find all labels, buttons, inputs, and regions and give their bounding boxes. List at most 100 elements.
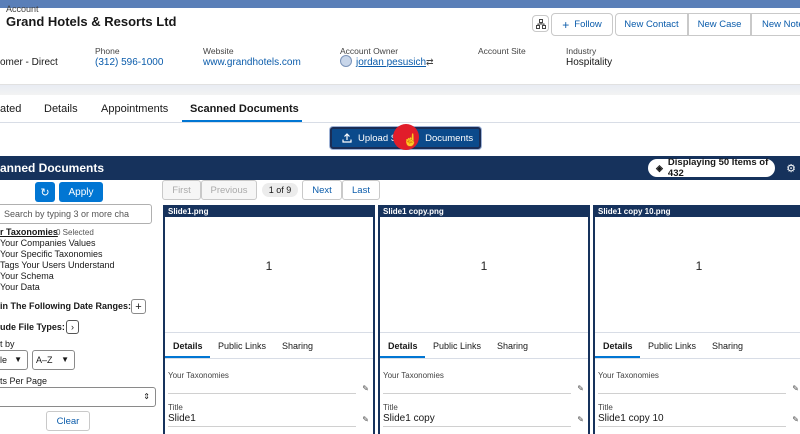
follow-label: Follow <box>574 19 602 30</box>
add-date-range-button[interactable]: + <box>131 299 146 314</box>
phone-link[interactable]: (312) 596-1000 <box>95 57 163 68</box>
card-title-label: Title <box>598 403 613 412</box>
card-title-value: Slide1 copy 10 <box>598 413 664 424</box>
card-field-rule <box>168 393 356 394</box>
card-filename: Slide1.png <box>165 207 373 217</box>
hierarchy-button[interactable] <box>532 15 549 32</box>
card-title-value: Slide1 copy <box>383 413 435 424</box>
document-card[interactable]: Slide1 copy.png 1 Details Public Links S… <box>378 205 590 434</box>
industry-value: Hospitality <box>566 57 613 68</box>
stepper-icon: ⇕ <box>143 392 150 401</box>
tab-scanned-documents[interactable]: Scanned Documents <box>190 103 299 115</box>
taxonomy-item[interactable]: Tags Your Users Understand <box>0 260 115 270</box>
search-input[interactable]: Search by typing 3 or more cha <box>0 204 152 224</box>
sort-field-select[interactable]: le ▼ <box>0 350 28 370</box>
hierarchy-icon <box>535 18 546 29</box>
document-card[interactable]: Slide1.png 1 Details Public Links Sharin… <box>163 205 375 434</box>
owner-label: Account Owner <box>340 46 399 56</box>
hand-cursor-icon: ☝ <box>403 133 418 147</box>
new-case-button[interactable]: New Case <box>688 13 751 36</box>
phone-label: Phone <box>95 46 120 56</box>
sort-by-label: t by <box>0 339 15 349</box>
clear-button[interactable]: Clear <box>46 411 90 431</box>
tab-related[interactable]: ated <box>0 103 21 115</box>
card-preview: 1 <box>695 259 703 273</box>
card-tab-line <box>165 358 373 359</box>
pencil-icon[interactable]: ✎ <box>792 384 799 393</box>
layers-icon: ◈ <box>656 162 663 173</box>
last-page-button[interactable]: Last <box>342 180 380 200</box>
previous-page-button[interactable]: Previous <box>201 180 257 200</box>
card-tab-details[interactable]: Details <box>388 341 418 351</box>
date-ranges-label: in The Following Date Ranges: <box>0 301 132 311</box>
active-tab-indicator <box>182 120 302 122</box>
card-field-rule <box>383 426 571 427</box>
follow-button[interactable]: + Follow <box>551 13 613 36</box>
pencil-icon[interactable]: ✎ <box>362 384 369 393</box>
top-banner <box>0 0 800 8</box>
pencil-icon[interactable]: ✎ <box>362 415 369 424</box>
upload-icon <box>342 133 352 143</box>
card-tab-sharing[interactable]: Sharing <box>712 341 743 351</box>
upload-button-label-tail: Documents <box>425 132 474 144</box>
plus-icon: + <box>562 17 570 32</box>
expand-file-types-button[interactable]: › <box>66 320 79 334</box>
section-title: anned Documents <box>0 161 105 175</box>
plus-icon: + <box>135 300 142 313</box>
card-title-label: Title <box>168 403 183 412</box>
site-label: Account Site <box>478 46 526 56</box>
refresh-icon: ↻ <box>40 186 50 199</box>
new-contact-button[interactable]: New Contact <box>615 13 688 36</box>
chevron-right-icon: › <box>71 322 74 332</box>
tab-details[interactable]: Details <box>44 103 78 115</box>
pencil-icon[interactable]: ✎ <box>792 415 799 424</box>
card-tab-sharing[interactable]: Sharing <box>282 341 313 351</box>
taxonomy-item[interactable]: Your Companies Values <box>0 238 96 248</box>
selected-count: 0 Selected <box>56 228 94 237</box>
account-label: Account <box>6 4 39 14</box>
card-tab-line <box>595 358 800 359</box>
card-filename: Slide1 copy.png <box>380 207 588 217</box>
owner-link[interactable]: jordan pesusich <box>356 57 426 68</box>
card-filename: Slide1 copy 10.png <box>595 207 800 217</box>
taxonomies-label[interactable]: r Taxonomies <box>0 227 58 237</box>
change-owner-icon[interactable]: ⇄ <box>426 57 434 68</box>
new-note-button[interactable]: New Note <box>751 13 800 36</box>
card-preview: 1 <box>265 259 273 273</box>
tab-appointments[interactable]: Appointments <box>101 103 168 115</box>
card-field-rule <box>598 393 786 394</box>
account-type-value: omer - Direct <box>0 57 58 68</box>
card-field-rule <box>598 426 786 427</box>
card-tab-public-links[interactable]: Public Links <box>648 341 696 351</box>
pencil-icon[interactable]: ✎ <box>577 384 584 393</box>
per-page-select[interactable]: ⇕ <box>0 387 156 407</box>
card-divider <box>380 332 588 333</box>
gear-icon[interactable]: ⚙ <box>782 159 800 177</box>
taxonomy-item[interactable]: Your Schema <box>0 271 54 281</box>
chevron-down-icon: ▼ <box>14 355 22 364</box>
card-tab-details[interactable]: Details <box>173 341 203 351</box>
first-page-button[interactable]: First <box>162 180 201 200</box>
card-tab-line <box>380 358 588 359</box>
industry-label: Industry <box>566 46 597 56</box>
card-field-rule <box>383 393 571 394</box>
taxonomy-item[interactable]: Your Specific Taxonomies <box>0 249 103 259</box>
card-preview: 1 <box>480 259 488 273</box>
card-field-rule <box>168 426 356 427</box>
display-count-text: Displaying 50 Items of 432 <box>667 157 769 179</box>
upload-button-label: Upload S <box>358 132 398 144</box>
apply-button[interactable]: Apply <box>59 182 103 202</box>
sort-order-value: A–Z <box>36 355 53 365</box>
card-tab-sharing[interactable]: Sharing <box>497 341 528 351</box>
card-tab-details[interactable]: Details <box>603 341 633 351</box>
taxonomy-item[interactable]: Your Data <box>0 282 40 292</box>
website-link[interactable]: www.grandhotels.com <box>203 57 301 68</box>
sort-order-select[interactable]: A–Z ▼ <box>32 350 75 370</box>
next-page-button[interactable]: Next <box>302 180 342 200</box>
card-tab-public-links[interactable]: Public Links <box>218 341 266 351</box>
pencil-icon[interactable]: ✎ <box>577 415 584 424</box>
refresh-button[interactable]: ↻ <box>35 182 55 202</box>
display-count-badge: ◈ Displaying 50 Items of 432 <box>648 157 775 179</box>
card-tab-public-links[interactable]: Public Links <box>433 341 481 351</box>
document-card[interactable]: Slide1 copy 10.png 1 Details Public Link… <box>593 205 800 434</box>
